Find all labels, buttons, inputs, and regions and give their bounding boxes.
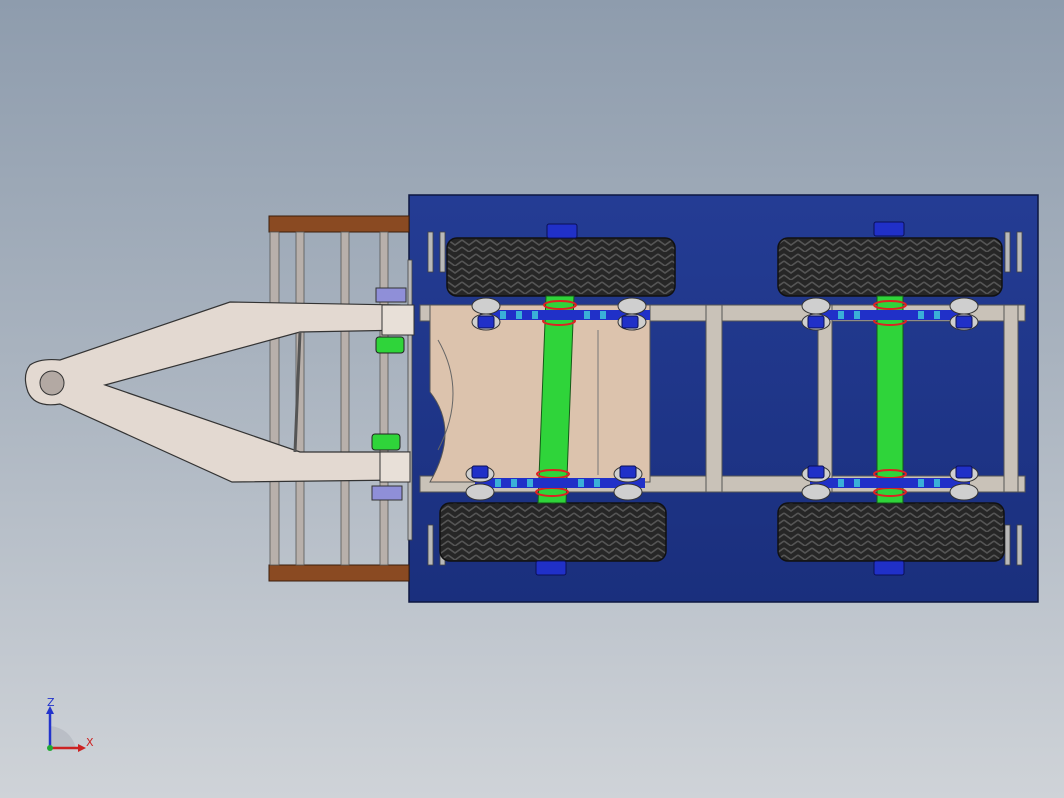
axis-triad: Z X	[46, 698, 94, 752]
wheel-rear-right[interactable]	[777, 502, 1005, 562]
tow-hitch[interactable]	[24, 301, 411, 483]
hitch-eye-hole	[39, 370, 65, 396]
axle-rear[interactable]	[876, 295, 904, 504]
hitch-pin-top	[375, 287, 407, 303]
triad-plane-icon	[50, 726, 76, 748]
wheel-rear-left[interactable]	[777, 237, 1003, 297]
bumper-cap-bottom	[268, 564, 410, 582]
z-axis-label: Z	[47, 698, 55, 709]
hitch-clevis-bottom[interactable]	[379, 451, 411, 483]
bumper-rails	[269, 231, 389, 566]
wheel-front-right[interactable]	[439, 502, 667, 562]
x-axis-label: X	[86, 736, 94, 749]
bumper-cap-top	[268, 215, 410, 233]
bumper-assembly[interactable]	[268, 215, 410, 582]
cad-viewport[interactable]	[0, 0, 1064, 798]
wheel-front-left[interactable]	[446, 237, 676, 297]
hitch-nut-top	[375, 336, 405, 354]
hitch-pin-bottom	[371, 485, 403, 501]
hitch-clevis-top[interactable]	[381, 304, 415, 336]
hitch-nut-bottom	[371, 433, 401, 451]
